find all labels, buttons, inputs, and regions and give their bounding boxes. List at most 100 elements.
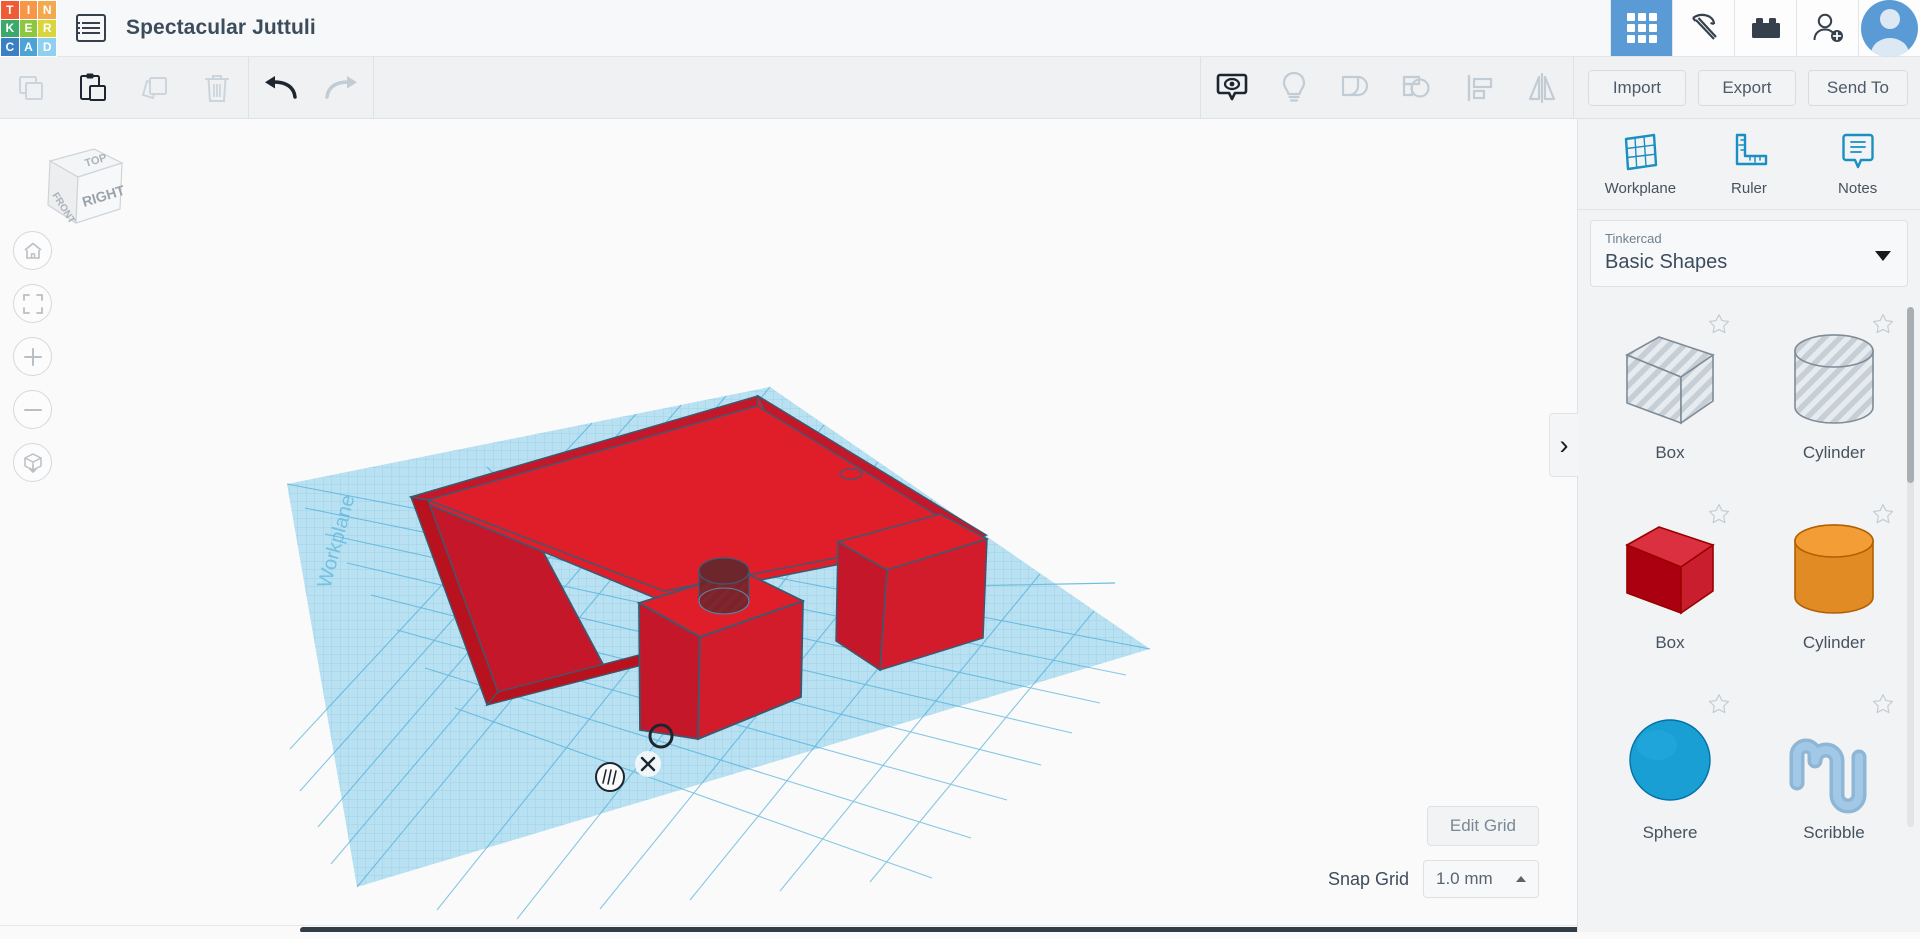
- panel-collapse-button[interactable]: ›: [1549, 413, 1578, 477]
- view-cube[interactable]: TOP FRONT RIGHT: [22, 131, 130, 239]
- export-button[interactable]: Export: [1697, 69, 1796, 106]
- light-button[interactable]: [1263, 57, 1325, 119]
- canvas-horizontal-scrollbar[interactable]: [0, 925, 1577, 932]
- duplicate-icon: [141, 76, 167, 99]
- shape-list-scrollbar-thumb[interactable]: [1907, 306, 1914, 483]
- copy-button[interactable]: [0, 57, 62, 119]
- shape-item-sphere-4[interactable]: Sphere: [1588, 679, 1752, 869]
- snap-grid-label: Snap Grid: [1327, 868, 1409, 889]
- zoom-out-button[interactable]: [13, 390, 52, 429]
- align-icon: [1467, 74, 1493, 101]
- shape-label: Box: [1655, 632, 1685, 652]
- shape-list[interactable]: Box Cylinder Box Cylinder Sphere Scribble: [1578, 299, 1920, 939]
- library-name-label: Basic Shapes: [1605, 250, 1728, 273]
- import-button[interactable]: Import: [1587, 69, 1686, 106]
- redo-icon: [325, 75, 357, 99]
- view-tool-group: [1201, 57, 1573, 119]
- group-button[interactable]: [1325, 57, 1387, 119]
- logo-letter-r-5: R: [38, 19, 56, 38]
- ungroup-icon: [1402, 75, 1430, 98]
- hatched-circle-marker[interactable]: [595, 762, 625, 792]
- shape-item-scribble-5[interactable]: Scribble: [1752, 679, 1916, 869]
- shape-label: Cylinder: [1802, 632, 1866, 652]
- add-user-glyph: [1813, 13, 1843, 42]
- edit-grid-button[interactable]: Edit Grid: [1426, 806, 1539, 846]
- favorite-star-icon[interactable]: [1708, 313, 1730, 334]
- user-avatar[interactable]: [1858, 0, 1920, 57]
- shape-preview: [1779, 325, 1889, 435]
- grid-controls: Edit Grid Snap Grid 1.0 mm: [1328, 806, 1539, 898]
- favorite-star-icon[interactable]: [1708, 503, 1730, 524]
- undo-button[interactable]: [249, 57, 311, 119]
- align-button[interactable]: [1449, 57, 1511, 119]
- shape-label: Cylinder: [1802, 442, 1866, 462]
- action-button-group: Import Export Send To: [1574, 69, 1920, 106]
- shape-item-cylinder-1[interactable]: Cylinder: [1752, 299, 1916, 489]
- favorite-star-icon[interactable]: [1872, 503, 1894, 524]
- panel-tool-row: Workplane Ruler Notes: [1578, 119, 1920, 210]
- ortho-perspective-toggle[interactable]: [13, 443, 52, 482]
- project-menu-button[interactable]: [57, 0, 106, 56]
- shape-grid: Box Cylinder Box Cylinder Sphere Scribble: [1588, 299, 1916, 869]
- shape-preview: [1615, 705, 1725, 815]
- send-to-button[interactable]: Send To: [1807, 69, 1908, 106]
- plus-icon: [23, 347, 42, 366]
- add-user-icon[interactable]: [1796, 0, 1858, 56]
- logo-letter-i-1: I: [19, 1, 38, 19]
- shape-item-cylinder-3[interactable]: Cylinder: [1752, 489, 1916, 679]
- workplane-tool[interactable]: Workplane: [1594, 131, 1686, 197]
- shape-preview: [1779, 515, 1889, 625]
- shape-label: Scribble: [1803, 822, 1865, 842]
- cylinder-preview-icon: [1794, 523, 1874, 614]
- clipboard-tool-group: [0, 57, 248, 119]
- shape-item-box-0[interactable]: Box: [1588, 299, 1752, 489]
- lego-brick-icon[interactable]: [1734, 0, 1796, 56]
- tinkercad-logo[interactable]: TIN KER CAD: [0, 0, 57, 57]
- lego-brick-glyph: [1751, 18, 1780, 38]
- home-view-button[interactable]: [13, 231, 52, 270]
- toolbar-divider-2: [373, 56, 374, 119]
- paste-button[interactable]: [62, 57, 124, 119]
- logo-letter-t-0: T: [1, 1, 19, 19]
- cube-preview-icon: [1625, 525, 1715, 615]
- shape-label: Sphere: [1642, 822, 1698, 842]
- design-canvas[interactable]: Workplane TOP FRONT RIGHT Edit Grid Snap…: [0, 119, 1577, 932]
- snap-grid-select[interactable]: 1.0 mm: [1423, 860, 1539, 898]
- favorite-star-icon[interactable]: [1872, 313, 1894, 334]
- caret-up-icon: [1516, 876, 1526, 882]
- mirror-button[interactable]: [1511, 57, 1573, 119]
- snap-grid-row: Snap Grid 1.0 mm: [1328, 860, 1539, 898]
- ruler-tool[interactable]: Ruler: [1703, 131, 1795, 197]
- minus-icon: [23, 408, 42, 411]
- workplane-grid-icon: [1625, 133, 1658, 171]
- home-icon: [23, 242, 42, 259]
- notes-tool[interactable]: Notes: [1812, 131, 1904, 197]
- show-hide-eye-button[interactable]: [1201, 57, 1263, 119]
- copy-icon: [19, 75, 43, 100]
- grid-apps-icon[interactable]: [1610, 0, 1672, 56]
- logo-letter-d-8: D: [38, 38, 56, 56]
- delete-x-marker[interactable]: [635, 751, 661, 777]
- model-cylinder-hole[interactable]: [698, 557, 750, 615]
- favorite-star-icon[interactable]: [1708, 693, 1730, 714]
- shape-preview: [1615, 515, 1725, 625]
- ruler-tool-label: Ruler: [1731, 180, 1767, 197]
- page-title: Spectacular Juttuli: [126, 16, 316, 39]
- shape-preview: [1615, 325, 1725, 435]
- pickaxe-glyph: [1691, 13, 1717, 40]
- notes-bubble-icon: [1841, 133, 1874, 169]
- chevron-down-icon: [1875, 251, 1891, 262]
- delete-button[interactable]: [186, 57, 248, 119]
- zoom-in-button[interactable]: [13, 337, 52, 376]
- fit-to-view-button[interactable]: [13, 284, 52, 323]
- pickaxe-minecraft-icon[interactable]: [1672, 0, 1734, 56]
- redo-button[interactable]: [311, 57, 373, 119]
- ortho-cube-arrow-icon: [23, 452, 42, 473]
- favorite-star-icon[interactable]: [1872, 693, 1894, 714]
- shape-item-box-2[interactable]: Box: [1588, 489, 1752, 679]
- ungroup-button[interactable]: [1387, 57, 1449, 119]
- notes-tool-label: Notes: [1838, 180, 1878, 197]
- duplicate-button[interactable]: [124, 57, 186, 119]
- shape-library-selector[interactable]: Tinkercad Basic Shapes: [1590, 220, 1908, 287]
